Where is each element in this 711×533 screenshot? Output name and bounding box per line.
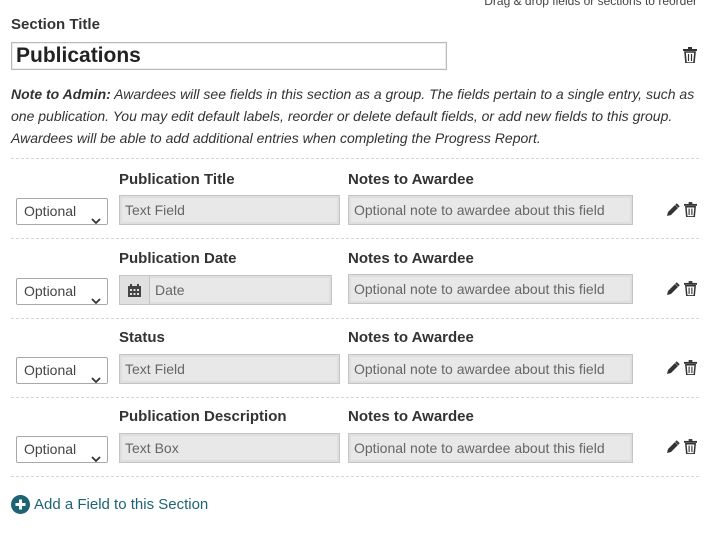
awardee-note-input[interactable]: Optional note to awardee about this fiel… bbox=[348, 433, 633, 463]
awardee-note-input[interactable]: Optional note to awardee about this fiel… bbox=[348, 274, 633, 304]
note-prefix: Note to Admin: bbox=[11, 86, 111, 102]
delete-section-trash-icon[interactable] bbox=[683, 47, 697, 68]
delete-trash-icon[interactable] bbox=[684, 202, 697, 222]
requirement-select[interactable]: Optional bbox=[16, 278, 108, 305]
section-title-label: Section Title bbox=[11, 16, 100, 33]
drag-drop-hint: Drag & drop fields or sections to reorde… bbox=[484, 0, 697, 8]
chevron-down-icon bbox=[91, 288, 101, 313]
notes-label: Notes to Awardee bbox=[348, 329, 474, 346]
delete-trash-icon[interactable] bbox=[684, 360, 697, 380]
requirement-value: Optional bbox=[24, 203, 77, 219]
plus-circle-icon bbox=[11, 495, 30, 514]
divider bbox=[11, 476, 699, 477]
requirement-select[interactable]: Optional bbox=[16, 357, 108, 384]
requirement-value: Optional bbox=[24, 283, 77, 299]
calendar-icon bbox=[120, 276, 150, 304]
requirement-value: Optional bbox=[24, 441, 77, 457]
note-text: Awardees will see fields in this section… bbox=[11, 86, 695, 146]
delete-trash-icon[interactable] bbox=[684, 281, 697, 301]
field-type-box: Text Field bbox=[119, 195, 340, 225]
field-label: Publication Description bbox=[119, 408, 287, 425]
requirement-select[interactable]: Optional bbox=[16, 436, 108, 463]
divider bbox=[11, 238, 699, 239]
chevron-down-icon bbox=[91, 367, 101, 392]
field-label: Status bbox=[119, 329, 165, 346]
notes-label: Notes to Awardee bbox=[348, 408, 474, 425]
delete-trash-icon[interactable] bbox=[684, 439, 697, 459]
add-field-link[interactable]: Add a Field to this Section bbox=[11, 495, 208, 514]
field-label: Publication Title bbox=[119, 171, 235, 188]
divider bbox=[11, 158, 699, 159]
notes-label: Notes to Awardee bbox=[348, 250, 474, 267]
section-title-input[interactable] bbox=[11, 42, 447, 70]
add-field-label: Add a Field to this Section bbox=[34, 496, 209, 513]
field-label: Publication Date bbox=[119, 250, 237, 267]
edit-pencil-icon[interactable] bbox=[666, 361, 680, 380]
chevron-down-icon bbox=[91, 208, 101, 233]
edit-pencil-icon[interactable] bbox=[666, 203, 680, 222]
requirement-select[interactable]: Optional bbox=[16, 198, 108, 225]
field-type-box: Text Box bbox=[119, 433, 340, 463]
edit-pencil-icon[interactable] bbox=[666, 440, 680, 459]
chevron-down-icon bbox=[91, 446, 101, 471]
awardee-note-input[interactable]: Optional note to awardee about this fiel… bbox=[348, 195, 633, 225]
edit-pencil-icon[interactable] bbox=[666, 282, 680, 301]
awardee-note-input[interactable]: Optional note to awardee about this fiel… bbox=[348, 354, 633, 384]
requirement-value: Optional bbox=[24, 362, 77, 378]
note-to-admin: Note to Admin: Awardees will see fields … bbox=[11, 83, 701, 149]
divider bbox=[11, 397, 699, 398]
divider bbox=[11, 318, 699, 319]
date-field-box: Date bbox=[119, 275, 332, 305]
field-type-text: Date bbox=[155, 282, 185, 298]
field-type-box: Text Field bbox=[119, 354, 340, 384]
notes-label: Notes to Awardee bbox=[348, 171, 474, 188]
